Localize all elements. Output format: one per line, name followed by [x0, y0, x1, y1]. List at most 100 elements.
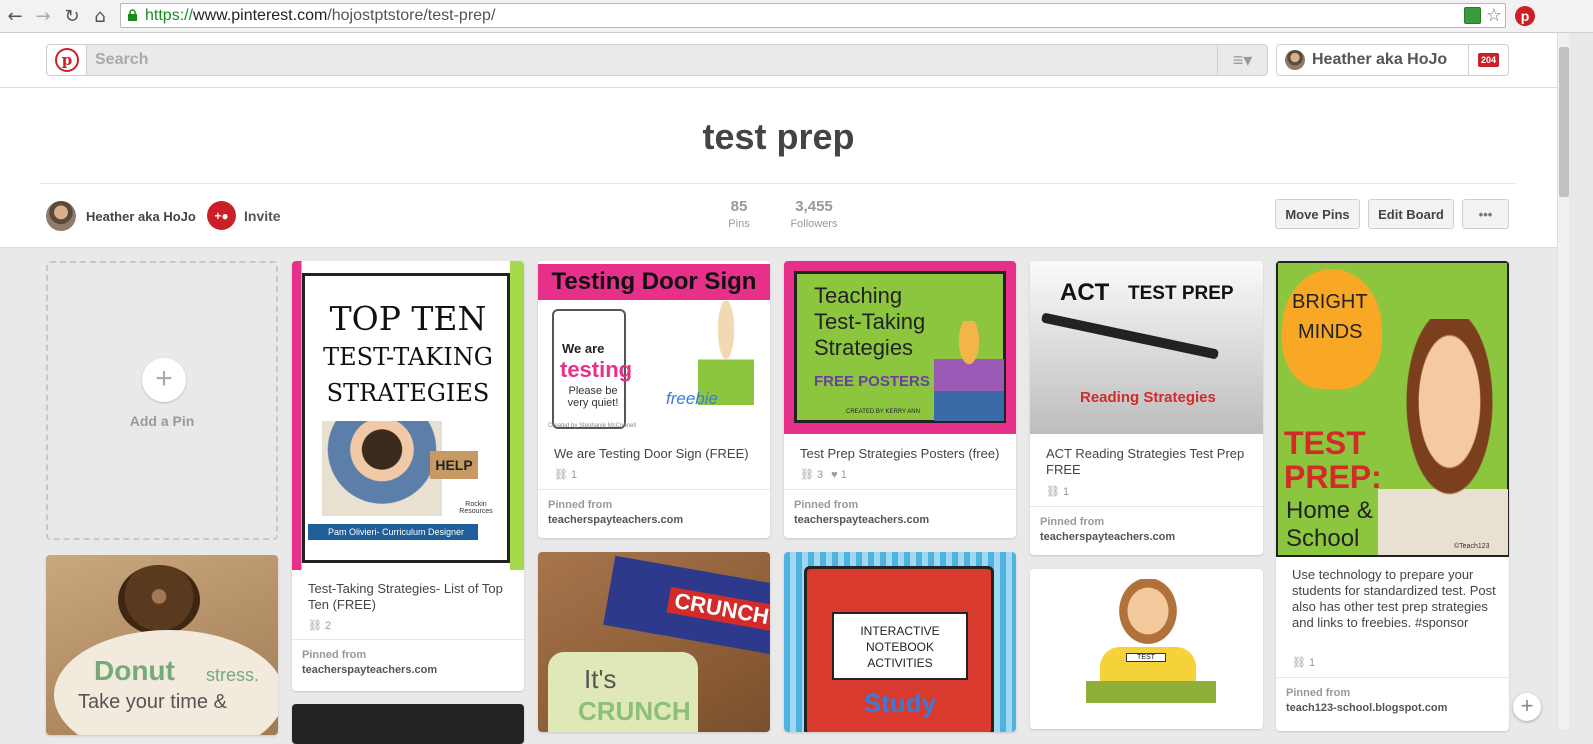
repin-icon: ⛓: [308, 620, 326, 632]
notifications-button[interactable]: 204: [1468, 45, 1508, 75]
user-profile-button[interactable]: Heather aka HoJo 204: [1276, 44, 1509, 76]
pinned-from[interactable]: Pinned from teacherspayteachers.com: [292, 639, 524, 676]
menu-icon[interactable]: ≡▾: [1217, 45, 1267, 75]
pencil-graphic: [1040, 312, 1220, 360]
pinned-from-label: Pinned from: [1040, 516, 1105, 528]
repin-count-value: 1: [571, 469, 578, 481]
pin-image[interactable]: TEST: [1030, 569, 1263, 729]
pin-source-link[interactable]: teacherspayteachers.com: [548, 514, 760, 526]
search-input[interactable]: Search: [95, 51, 148, 69]
reload-icon[interactable]: ↻: [61, 5, 83, 27]
pinned-from[interactable]: Pinned from teach123-school.blogspot.com: [1276, 677, 1509, 714]
pin-image-text: ACTIVITIES: [867, 656, 933, 670]
owner-name[interactable]: Heather aka HoJo: [86, 209, 196, 224]
scrollbar-thumb[interactable]: [1559, 47, 1569, 197]
pin-image[interactable]: Testing Door Sign We are testing Please …: [538, 261, 770, 434]
pin-image[interactable]: INTERACTIVE NOTEBOOK ACTIVITIES Study: [784, 552, 1016, 732]
more-options-button[interactable]: •••: [1462, 199, 1509, 229]
bookmark-star-icon[interactable]: ☆: [1486, 4, 1502, 27]
address-bar[interactable]: https://www.pinterest.com/hojostptstore/…: [120, 3, 1506, 28]
pin-image[interactable]: CRUNCH It's CRUNCH: [538, 552, 770, 732]
pin-image-text: Testing Door Sign: [538, 264, 770, 300]
pin-card[interactable]: Donut stress. Take your time &: [46, 555, 278, 735]
pin-card[interactable]: Teaching Test-Taking Strategies FREE POS…: [784, 261, 1016, 538]
like-count-value: 1: [840, 469, 847, 481]
pin-image-text: NOTEBOOK: [865, 640, 934, 654]
pin-source-link[interactable]: teacherspayteachers.com: [302, 664, 514, 676]
add-person-icon: +●: [207, 201, 236, 230]
pin-image-text: Teaching: [814, 283, 903, 308]
scrollbar[interactable]: [1557, 33, 1569, 729]
pin-description: Test-Taking Strategies- List of Top Ten …: [308, 581, 503, 612]
heart-icon: ♥: [831, 469, 841, 481]
browser-toolbar: ← → ↻ ⌂ https://www.pinterest.com/hojost…: [0, 0, 1593, 33]
url-host: www.pinterest.com: [193, 7, 328, 24]
pin-card[interactable]: TEST: [1030, 569, 1263, 729]
floating-add-button[interactable]: +: [1513, 693, 1541, 721]
repin-count-value: 2: [325, 620, 332, 632]
pin-image[interactable]: BRIGHT MINDS TEST PREP: Home & School ©T…: [1276, 261, 1509, 557]
pin-image[interactable]: Donut stress. Take your time &: [46, 555, 278, 735]
pin-card[interactable]: CRUNCH It's CRUNCH: [538, 552, 770, 732]
pin-image-text: Please be very quiet!: [567, 385, 619, 409]
pins-label: Pins: [728, 218, 750, 230]
move-pins-button[interactable]: Move Pins: [1275, 199, 1360, 229]
forward-arrow-icon[interactable]: →: [32, 5, 54, 27]
pin-description: Test Prep Strategies Posters (free): [800, 446, 1000, 461]
pin-image-text: Pam Olivieri- Curriculum Designer: [308, 524, 478, 540]
repin-count: ⛓ 1: [1046, 485, 1069, 498]
user-name: Heather aka HoJo: [1312, 51, 1448, 68]
edit-board-button[interactable]: Edit Board: [1368, 199, 1454, 229]
pin-source-link[interactable]: teacherspayteachers.com: [794, 514, 1006, 526]
pin-image-text: BRIGHT: [1292, 291, 1368, 313]
pin-image-text: TEST: [1126, 653, 1166, 662]
pinned-from-label: Pinned from: [794, 499, 859, 511]
avatar: [1285, 50, 1305, 70]
pin-image[interactable]: Teaching Test-Taking Strategies FREE POS…: [784, 261, 1016, 434]
pin-source-link[interactable]: teacherspayteachers.com: [1040, 531, 1253, 543]
add-pin-card[interactable]: + Add a Pin: [46, 261, 278, 540]
pin-image-text: ACT: [1060, 279, 1110, 306]
pin-card[interactable]: TOP TEN TEST-TAKING STRATEGIES HELP Pam …: [292, 261, 524, 691]
pin-description: Use technology to prepare your students …: [1292, 567, 1496, 630]
pin-image-text: Home &: [1286, 497, 1373, 524]
donut-graphic: [118, 565, 200, 635]
girl-graphic: [698, 301, 754, 431]
pin-image-text: ©Teach123: [1454, 543, 1490, 550]
pinned-from[interactable]: Pinned from teacherspayteachers.com: [784, 489, 1016, 526]
pin-description: We are Testing Door Sign (FREE): [554, 446, 749, 461]
pin-image[interactable]: ACT TEST PREP Reading Strategies: [1030, 261, 1263, 434]
board-owner[interactable]: Heather aka HoJo: [46, 201, 196, 231]
back-arrow-icon[interactable]: ←: [4, 5, 26, 27]
add-pin-label: Add a Pin: [129, 413, 195, 429]
pinned-from[interactable]: Pinned from teacherspayteachers.com: [1030, 506, 1263, 543]
repin-count: ⛓ 2: [308, 619, 331, 632]
pin-card[interactable]: INTERACTIVE NOTEBOOK ACTIVITIES Study: [784, 552, 1016, 732]
pin-image[interactable]: TOP TEN TEST-TAKING STRATEGIES HELP Pam …: [292, 261, 524, 570]
pin-card[interactable]: ACT TEST PREP Reading Strategies ACT Rea…: [1030, 261, 1263, 555]
invite-label: Invite: [244, 207, 281, 224]
pin-image-text: It's: [584, 664, 617, 694]
pinterest-logo-icon[interactable]: p: [47, 45, 87, 75]
pin-image-text: Test-Taking: [814, 309, 926, 334]
svg-text:p: p: [61, 51, 72, 69]
followers-stat[interactable]: 3,455 Followers: [788, 198, 840, 230]
home-icon[interactable]: ⌂: [89, 5, 111, 27]
pin-image-text: TOP TEN: [329, 299, 487, 338]
pin-card[interactable]: BRIGHT MINDS TEST PREP: Home & School ©T…: [1276, 261, 1509, 731]
invite-button[interactable]: +● Invite: [207, 201, 281, 230]
pin-card[interactable]: [292, 704, 524, 744]
pin-image-text: Take your time &: [78, 691, 227, 713]
extension-icon[interactable]: [1464, 7, 1481, 24]
pin-card[interactable]: Testing Door Sign We are testing Please …: [538, 261, 770, 538]
pin-image-text: Created by Stephanie McConnell: [548, 423, 637, 429]
search-bar[interactable]: p Search ≡▾: [46, 44, 1268, 76]
board-title: test prep: [702, 116, 855, 157]
pin-description: ACT Reading Strategies Test Prep FREE: [1046, 446, 1245, 477]
owner-avatar[interactable]: [46, 201, 76, 231]
pinned-from[interactable]: Pinned from teacherspayteachers.com: [538, 489, 770, 526]
student-graphic: [322, 421, 442, 516]
pinterest-extension-icon[interactable]: p: [1515, 6, 1535, 26]
pin-source-link[interactable]: teach123-school.blogspot.com: [1286, 702, 1499, 714]
pins-stat[interactable]: 85 Pins: [726, 198, 752, 230]
